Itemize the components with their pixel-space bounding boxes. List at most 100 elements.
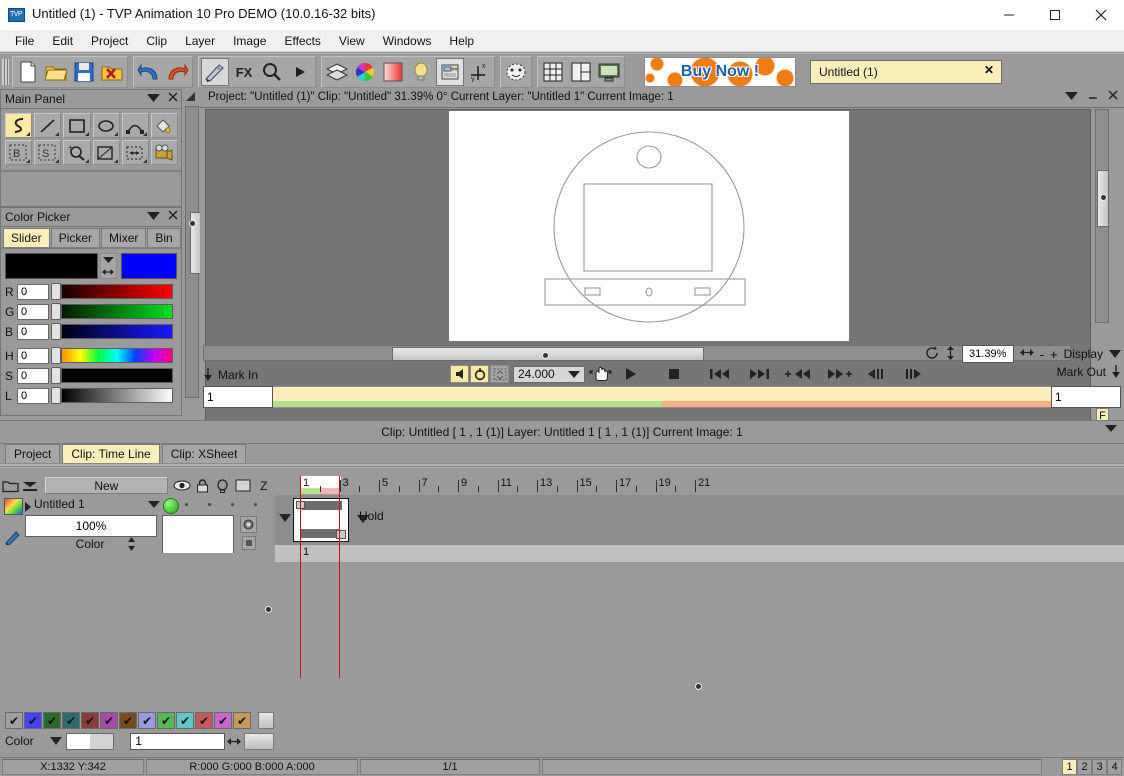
undo-icon[interactable] (136, 59, 162, 85)
layer-visibility-dot[interactable] (163, 498, 179, 514)
display-dropdown-label[interactable]: Display (1064, 347, 1103, 361)
menu-help[interactable]: Help (440, 31, 483, 51)
main-panel-menu-chevron-down-icon[interactable] (147, 91, 160, 105)
monitor-icon[interactable] (596, 59, 622, 85)
color-picker-close-icon[interactable] (168, 209, 178, 223)
menu-layer[interactable]: Layer (176, 31, 224, 51)
layer-color-checkbox[interactable]: ✔ (214, 712, 232, 729)
canvas-vscroll-grip-dot[interactable] (1100, 194, 1107, 201)
slider-knob-b[interactable] (51, 323, 61, 340)
timeline-layer-scroll-grip-dot[interactable] (265, 606, 272, 613)
status-page-4[interactable]: 4 (1107, 759, 1122, 775)
menu-edit[interactable]: Edit (43, 31, 82, 51)
slider-knob-g[interactable] (51, 303, 61, 320)
ellipse-tool[interactable] (92, 113, 120, 138)
select-b-tool[interactable]: B (5, 140, 33, 165)
tab-clip-xsheet[interactable]: Clip: XSheet (161, 444, 247, 463)
layer-edit-pencil-icon[interactable] (5, 529, 21, 546)
menu-file[interactable]: File (6, 31, 43, 51)
layer-blend-mode-select[interactable]: Color (25, 536, 155, 552)
folder-icon[interactable] (0, 477, 20, 494)
color-wheel-icon[interactable] (352, 59, 378, 85)
slider-track-h[interactable] (61, 348, 173, 363)
zoom-in-button[interactable]: + (1050, 347, 1058, 362)
canvas-hscroll-grip-dot[interactable] (542, 352, 549, 359)
new-document-icon[interactable] (15, 59, 41, 85)
layer-color-checkbox[interactable]: ✔ (5, 712, 23, 729)
viewer-minimize-icon[interactable] (1088, 89, 1098, 103)
zoom-tool[interactable]: + (63, 140, 91, 165)
layer-name[interactable]: Untitled 1 (34, 497, 85, 511)
curve-tool[interactable] (121, 113, 149, 138)
status-page-3[interactable]: 3 (1092, 759, 1107, 775)
layer-color-checkbox[interactable]: ✔ (195, 712, 213, 729)
light-bulb-icon[interactable] (213, 477, 233, 494)
light-bulb-icon[interactable] (408, 59, 434, 85)
opacity-square-icon[interactable] (233, 477, 253, 494)
timeline-hscroll-grip-dot[interactable] (695, 683, 702, 690)
fps-dropdown[interactable]: 24.000 (513, 365, 585, 383)
frame-range-bar[interactable] (273, 386, 1051, 408)
lock-icon[interactable] (192, 477, 212, 494)
close-button[interactable] (1078, 0, 1124, 30)
next-frame-button[interactable] (899, 365, 929, 383)
tab-clip-timeline[interactable]: Clip: Time Line (62, 444, 160, 463)
timeline-layer-scroll[interactable] (262, 554, 274, 674)
layer-onion-skin-toggle[interactable] (240, 516, 257, 533)
layer-color-checkbox[interactable]: ✔ (62, 712, 80, 729)
layer-color-checkbox[interactable]: ✔ (81, 712, 99, 729)
camera-tool[interactable] (150, 140, 179, 165)
new-layer-button[interactable]: New (44, 477, 168, 494)
color-mode-swatch[interactable] (66, 732, 115, 750)
main-panel-close-icon[interactable] (168, 91, 178, 105)
rotate-reset-icon[interactable] (926, 345, 939, 363)
slider-track-r[interactable] (61, 284, 173, 299)
go-to-start-button[interactable] (705, 365, 735, 383)
close-file-icon[interactable] (99, 59, 125, 85)
slider-value-g[interactable]: 0 (17, 303, 49, 320)
blend-mode-updown-arrows-icon[interactable] (126, 537, 137, 554)
layer-color-checkbox[interactable]: ✔ (100, 712, 118, 729)
playhead-left[interactable] (300, 476, 301, 678)
menu-view[interactable]: View (330, 31, 374, 51)
slider-knob-h[interactable] (51, 347, 61, 364)
layer-color-checkbox[interactable]: ✔ (24, 712, 42, 729)
play-arrow-icon[interactable] (287, 59, 313, 85)
timeline-horizontal-scroll[interactable] (275, 678, 1124, 692)
clip-info-chevron-down-icon[interactable] (1105, 425, 1117, 432)
primary-color-swatch[interactable] (5, 253, 98, 279)
dock-scroll-grip-dot[interactable] (189, 220, 196, 227)
menu-project[interactable]: Project (82, 31, 137, 51)
layer-menu-chevron-down-icon[interactable] (148, 501, 160, 508)
status-page-1[interactable]: 1 (1062, 759, 1077, 775)
z-column-header[interactable]: Z (254, 479, 274, 493)
layer-color-checkbox[interactable]: ✔ (43, 712, 61, 729)
save-disk-icon[interactable] (71, 59, 97, 85)
project-tab-close-icon[interactable]: ✕ (984, 63, 994, 77)
rectangle-tool[interactable] (63, 113, 91, 138)
slider-value-r[interactable]: 0 (17, 283, 49, 300)
crop-tool[interactable] (92, 140, 120, 165)
track-collapse-triangle-icon[interactable] (279, 514, 291, 522)
gradient-icon[interactable] (380, 59, 406, 85)
layer-opacity-field[interactable]: 100% (25, 515, 157, 537)
slider-knob-l[interactable] (51, 387, 61, 404)
merge-layers-icon[interactable] (20, 477, 40, 494)
status-page-2[interactable]: 2 (1077, 759, 1092, 775)
slider-value-b[interactable]: 0 (17, 323, 49, 340)
play-button[interactable] (615, 365, 645, 383)
slider-track-b[interactable] (61, 324, 173, 339)
menu-effects[interactable]: Effects (275, 31, 329, 51)
magnifier-icon[interactable] (259, 59, 285, 85)
color-mode-dropdown[interactable]: Color (5, 734, 63, 748)
timeline-bottom-pad[interactable] (244, 732, 274, 750)
pencil-brush-icon[interactable] (201, 58, 229, 86)
layer-extra-toggle[interactable] (242, 536, 256, 550)
tab-mixer[interactable]: Mixer (101, 228, 147, 247)
transform-tool[interactable] (121, 140, 149, 165)
layer-color-checkbox[interactable]: ✔ (157, 712, 175, 729)
mask-icon[interactable] (503, 59, 529, 85)
sound-toggle-icon[interactable] (450, 365, 469, 383)
checkbox-row-extra-pad[interactable] (258, 712, 274, 729)
zoom-value-field[interactable]: 31.39% (961, 345, 1014, 363)
